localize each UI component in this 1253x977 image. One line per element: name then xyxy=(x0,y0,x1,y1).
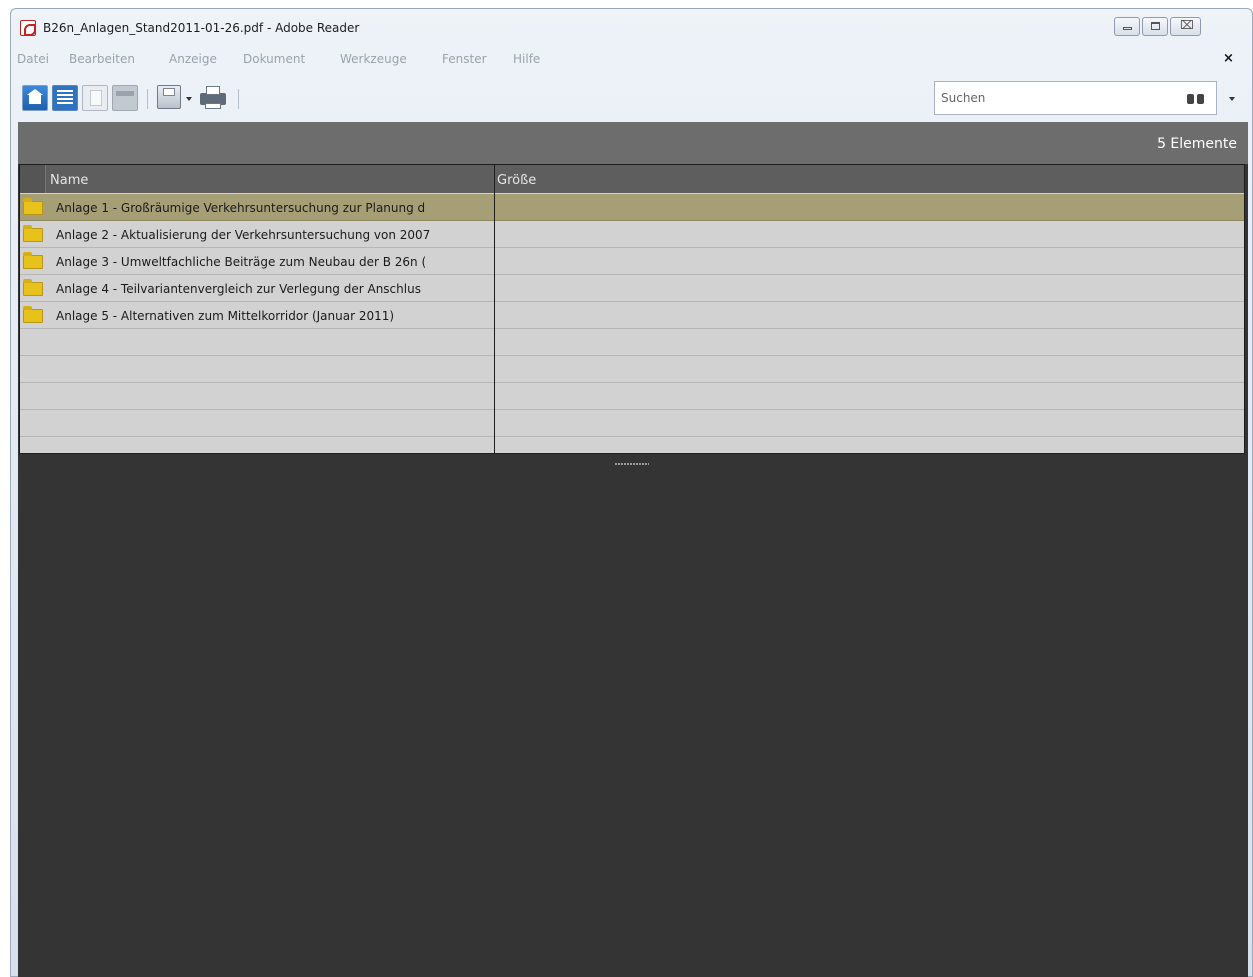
binoculars-icon[interactable] xyxy=(1187,91,1205,105)
menu-bearbeiten[interactable]: Bearbeiten xyxy=(69,52,135,66)
window-title: B26n_Anlagen_Stand2011-01-26.pdf - Adobe… xyxy=(43,21,360,35)
menu-hilfe[interactable]: Hilfe xyxy=(513,52,540,66)
list-view-button[interactable] xyxy=(52,85,78,111)
row-name: Anlage 1 - Großräumige Verkehrsuntersuch… xyxy=(56,201,426,215)
menu-anzeige[interactable]: Anzeige xyxy=(169,52,217,66)
folder-icon xyxy=(23,225,43,242)
table-row[interactable]: Anlage 4 - Teilvariantenvergleich zur Ve… xyxy=(20,275,1244,302)
menu-bar: Datei Bearbeiten Anzeige Dokument Werkze… xyxy=(11,47,1252,69)
item-count: 5 Elemente xyxy=(1157,136,1237,152)
strip-view-button[interactable] xyxy=(112,85,138,111)
empty-row xyxy=(20,437,1244,453)
search-options-dropdown-icon[interactable] xyxy=(1229,97,1235,101)
folder-icon xyxy=(23,198,43,215)
title-bar[interactable]: B26n_Anlagen_Stand2011-01-26.pdf - Adobe… xyxy=(11,9,1252,47)
row-name: Anlage 3 - Umweltfachliche Beiträge zum … xyxy=(56,255,427,269)
home-icon-body xyxy=(29,94,41,104)
table-row[interactable]: Anlage 3 - Umweltfachliche Beiträge zum … xyxy=(20,248,1244,275)
empty-row xyxy=(20,329,1244,356)
page-view-button[interactable] xyxy=(82,85,108,111)
row-name: Anlage 2 - Aktualisierung der Verkehrsun… xyxy=(56,228,431,242)
menu-fenster[interactable]: Fenster xyxy=(442,52,487,66)
strip-view-icon xyxy=(116,91,134,96)
close-window-button[interactable]: ⌧ xyxy=(1170,17,1201,36)
table-row[interactable]: Anlage 2 - Aktualisierung der Verkehrsun… xyxy=(20,221,1244,248)
empty-row xyxy=(20,410,1244,437)
column-header-name[interactable]: Name xyxy=(50,173,88,188)
table-row[interactable]: Anlage 5 - Alternativen zum Mittelkorrid… xyxy=(20,302,1244,329)
save-button[interactable] xyxy=(157,85,181,109)
folder-icon xyxy=(23,279,43,296)
print-icon-tray xyxy=(205,103,221,109)
column-header-size[interactable]: Größe xyxy=(497,173,536,188)
file-list-table: Name Größe Anlage 1 - Großräumige Verkeh… xyxy=(19,164,1245,454)
print-button[interactable] xyxy=(200,85,226,109)
row-name: Anlage 5 - Alternativen zum Mittelkorrid… xyxy=(56,309,395,323)
search-box xyxy=(934,81,1217,115)
print-icon-paper xyxy=(206,86,220,95)
empty-row xyxy=(20,383,1244,410)
maximize-icon xyxy=(1151,22,1160,30)
toolbar-separator xyxy=(238,89,239,109)
page-view-icon xyxy=(90,90,102,106)
folder-icon xyxy=(23,306,43,323)
list-view-icon xyxy=(57,90,73,106)
save-dropdown-icon[interactable] xyxy=(186,97,192,101)
item-count-bar: 5 Elemente xyxy=(18,122,1248,164)
pdf-app-icon xyxy=(20,20,36,36)
minimize-button[interactable] xyxy=(1114,17,1140,36)
maximize-button[interactable] xyxy=(1142,17,1168,36)
column-divider[interactable] xyxy=(494,165,495,453)
table-row[interactable]: Anlage 1 - Großräumige Verkehrsuntersuch… xyxy=(20,194,1244,221)
menu-dokument[interactable]: Dokument xyxy=(243,52,305,66)
save-icon xyxy=(163,88,175,96)
home-button[interactable] xyxy=(22,85,48,111)
toolbar-separator xyxy=(147,89,148,109)
portfolio-area: 5 Elemente Name Größe Anlage 1 - Großräu… xyxy=(18,122,1248,977)
column-header-row: Name Größe xyxy=(20,165,1244,193)
minimize-icon xyxy=(1123,27,1132,30)
pane-splitter-handle[interactable] xyxy=(615,463,649,465)
row-name: Anlage 4 - Teilvariantenvergleich zur Ve… xyxy=(56,282,421,296)
folder-icon xyxy=(23,252,43,269)
menu-werkzeuge[interactable]: Werkzeuge xyxy=(340,52,407,66)
search-input[interactable] xyxy=(941,88,1171,108)
column-header-icon-gutter xyxy=(20,165,46,193)
menu-datei[interactable]: Datei xyxy=(17,52,49,66)
close-document-icon[interactable]: × xyxy=(1223,51,1234,66)
close-icon: ⌧ xyxy=(1180,18,1194,32)
reader-window: B26n_Anlagen_Stand2011-01-26.pdf - Adobe… xyxy=(10,8,1253,977)
empty-row xyxy=(20,356,1244,383)
